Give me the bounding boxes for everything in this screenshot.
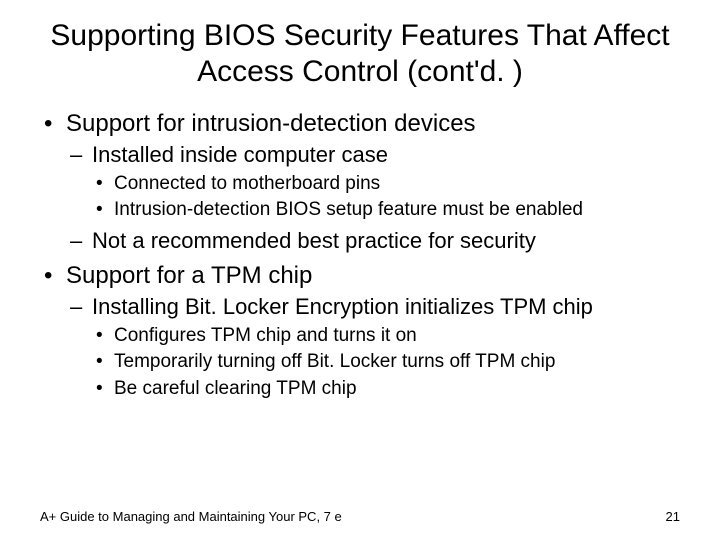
bullet-text: Intrusion-detection BIOS setup feature m… bbox=[114, 199, 583, 220]
bullet-text: Configures TPM chip and turns it on bbox=[114, 325, 417, 346]
bullet-text: Support for a TPM chip bbox=[66, 262, 312, 289]
bullet-text: Temporarily turning off Bit. Locker turn… bbox=[114, 351, 555, 372]
bullet-lvl1: Support for a TPM chip Installing Bit. L… bbox=[40, 260, 680, 402]
slide: Supporting BIOS Security Features That A… bbox=[0, 0, 720, 540]
bullet-list-lvl3: Configures TPM chip and turns it on Temp… bbox=[92, 324, 680, 402]
bullet-lvl2: Installed inside computer case Connected… bbox=[66, 141, 680, 223]
bullet-lvl2: Not a recommended best practice for secu… bbox=[66, 227, 680, 256]
bullet-list-lvl3: Connected to motherboard pins Intrusion-… bbox=[92, 172, 680, 223]
bullet-text: Installed inside computer case bbox=[92, 142, 388, 167]
bullet-text: Connected to motherboard pins bbox=[114, 173, 380, 194]
slide-footer: A+ Guide to Managing and Maintaining You… bbox=[40, 509, 680, 524]
bullet-lvl3: Temporarily turning off Bit. Locker turn… bbox=[92, 350, 680, 375]
bullet-lvl3: Configures TPM chip and turns it on bbox=[92, 324, 680, 349]
bullet-lvl2: Installing Bit. Locker Encryption initia… bbox=[66, 293, 680, 402]
bullet-lvl3: Connected to motherboard pins bbox=[92, 172, 680, 197]
bullet-text: Not a recommended best practice for secu… bbox=[92, 228, 536, 253]
bullet-lvl3: Be careful clearing TPM chip bbox=[92, 377, 680, 402]
slide-title: Supporting BIOS Security Features That A… bbox=[40, 18, 680, 90]
bullet-text: Installing Bit. Locker Encryption initia… bbox=[92, 294, 593, 319]
bullet-list-lvl2: Installing Bit. Locker Encryption initia… bbox=[66, 293, 680, 402]
bullet-text: Be careful clearing TPM chip bbox=[114, 378, 357, 399]
bullet-list: Support for intrusion-detection devices … bbox=[40, 108, 680, 402]
bullet-lvl3: Intrusion-detection BIOS setup feature m… bbox=[92, 198, 680, 223]
bullet-lvl1: Support for intrusion-detection devices … bbox=[40, 108, 680, 256]
footer-left: A+ Guide to Managing and Maintaining You… bbox=[40, 509, 342, 524]
bullet-text: Support for intrusion-detection devices bbox=[66, 110, 476, 137]
bullet-list-lvl2: Installed inside computer case Connected… bbox=[66, 141, 680, 256]
footer-page-number: 21 bbox=[666, 509, 680, 524]
